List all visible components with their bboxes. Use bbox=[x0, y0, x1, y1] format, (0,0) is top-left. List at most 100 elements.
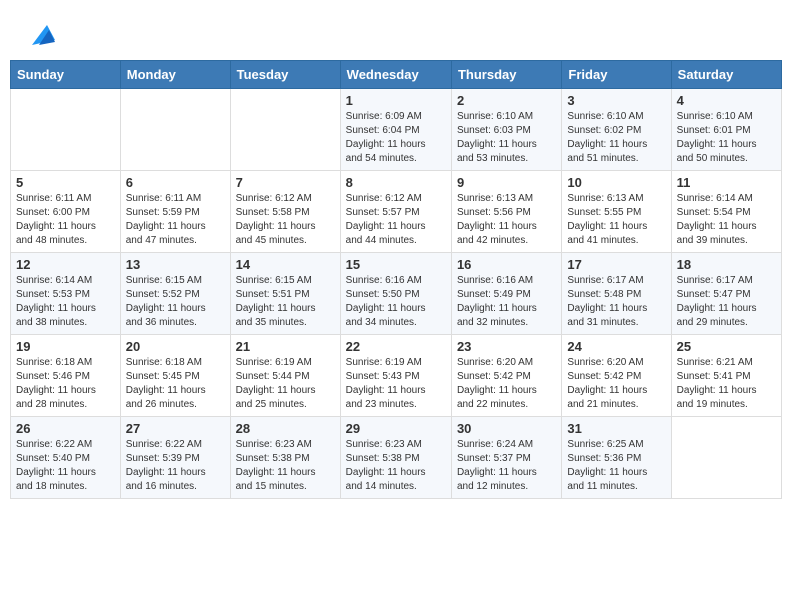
day-info: Sunrise: 6:23 AM Sunset: 5:38 PM Dayligh… bbox=[236, 438, 335, 494]
calendar-week-row: 19 Sunrise: 6:18 AM Sunset: 5:46 PM Dayli… bbox=[11, 335, 782, 417]
calendar-cell: 16 Sunrise: 6:16 AM Sunset: 5:49 PM Dayli… bbox=[451, 253, 561, 335]
day-info: Sunrise: 6:16 AM Sunset: 5:50 PM Dayligh… bbox=[346, 274, 446, 330]
day-number: 2 bbox=[457, 93, 556, 108]
calendar-cell: 17 Sunrise: 6:17 AM Sunset: 5:48 PM Dayli… bbox=[562, 253, 671, 335]
logo bbox=[25, 20, 57, 50]
day-info: Sunrise: 6:10 AM Sunset: 6:02 PM Dayligh… bbox=[567, 110, 665, 166]
day-info: Sunrise: 6:13 AM Sunset: 5:56 PM Dayligh… bbox=[457, 192, 556, 248]
calendar-cell: 12 Sunrise: 6:14 AM Sunset: 5:53 PM Dayli… bbox=[11, 253, 121, 335]
calendar-cell: 27 Sunrise: 6:22 AM Sunset: 5:39 PM Dayli… bbox=[120, 417, 230, 499]
weekday-header-tuesday: Tuesday bbox=[230, 61, 340, 89]
calendar-cell: 26 Sunrise: 6:22 AM Sunset: 5:40 PM Dayli… bbox=[11, 417, 121, 499]
weekday-header-sunday: Sunday bbox=[11, 61, 121, 89]
calendar-cell: 30 Sunrise: 6:24 AM Sunset: 5:37 PM Dayli… bbox=[451, 417, 561, 499]
calendar-cell: 15 Sunrise: 6:16 AM Sunset: 5:50 PM Dayli… bbox=[340, 253, 451, 335]
calendar-cell: 18 Sunrise: 6:17 AM Sunset: 5:47 PM Dayli… bbox=[671, 253, 781, 335]
day-number: 8 bbox=[346, 175, 446, 190]
day-number: 12 bbox=[16, 257, 115, 272]
day-number: 18 bbox=[677, 257, 776, 272]
day-info: Sunrise: 6:10 AM Sunset: 6:01 PM Dayligh… bbox=[677, 110, 776, 166]
day-info: Sunrise: 6:19 AM Sunset: 5:43 PM Dayligh… bbox=[346, 356, 446, 412]
calendar-cell: 24 Sunrise: 6:20 AM Sunset: 5:42 PM Dayli… bbox=[562, 335, 671, 417]
calendar-cell: 22 Sunrise: 6:19 AM Sunset: 5:43 PM Dayli… bbox=[340, 335, 451, 417]
calendar-cell: 9 Sunrise: 6:13 AM Sunset: 5:56 PM Daylig… bbox=[451, 171, 561, 253]
calendar-week-row: 1 Sunrise: 6:09 AM Sunset: 6:04 PM Daylig… bbox=[11, 89, 782, 171]
weekday-header-friday: Friday bbox=[562, 61, 671, 89]
calendar-cell: 8 Sunrise: 6:12 AM Sunset: 5:57 PM Daylig… bbox=[340, 171, 451, 253]
day-info: Sunrise: 6:18 AM Sunset: 5:45 PM Dayligh… bbox=[126, 356, 225, 412]
calendar-cell: 1 Sunrise: 6:09 AM Sunset: 6:04 PM Daylig… bbox=[340, 89, 451, 171]
day-info: Sunrise: 6:22 AM Sunset: 5:39 PM Dayligh… bbox=[126, 438, 225, 494]
day-info: Sunrise: 6:10 AM Sunset: 6:03 PM Dayligh… bbox=[457, 110, 556, 166]
day-number: 10 bbox=[567, 175, 665, 190]
weekday-header-thursday: Thursday bbox=[451, 61, 561, 89]
calendar-cell: 7 Sunrise: 6:12 AM Sunset: 5:58 PM Daylig… bbox=[230, 171, 340, 253]
day-info: Sunrise: 6:16 AM Sunset: 5:49 PM Dayligh… bbox=[457, 274, 556, 330]
day-number: 26 bbox=[16, 421, 115, 436]
calendar-cell: 25 Sunrise: 6:21 AM Sunset: 5:41 PM Dayli… bbox=[671, 335, 781, 417]
day-info: Sunrise: 6:20 AM Sunset: 5:42 PM Dayligh… bbox=[457, 356, 556, 412]
day-info: Sunrise: 6:14 AM Sunset: 5:53 PM Dayligh… bbox=[16, 274, 115, 330]
day-info: Sunrise: 6:17 AM Sunset: 5:47 PM Dayligh… bbox=[677, 274, 776, 330]
calendar-cell: 10 Sunrise: 6:13 AM Sunset: 5:55 PM Dayli… bbox=[562, 171, 671, 253]
calendar-cell: 31 Sunrise: 6:25 AM Sunset: 5:36 PM Dayli… bbox=[562, 417, 671, 499]
calendar-cell bbox=[230, 89, 340, 171]
calendar-cell: 20Sunrise: 6:18 AM Sunset: 5:45 PM Dayli… bbox=[120, 335, 230, 417]
day-number: 30 bbox=[457, 421, 556, 436]
weekday-header-saturday: Saturday bbox=[671, 61, 781, 89]
day-number: 9 bbox=[457, 175, 556, 190]
day-number: 14 bbox=[236, 257, 335, 272]
calendar-cell: 28 Sunrise: 6:23 AM Sunset: 5:38 PM Dayli… bbox=[230, 417, 340, 499]
logo-icon bbox=[27, 20, 57, 50]
day-info: Sunrise: 6:09 AM Sunset: 6:04 PM Dayligh… bbox=[346, 110, 446, 166]
day-info: Sunrise: 6:11 AM Sunset: 6:00 PM Dayligh… bbox=[16, 192, 115, 248]
day-info: Sunrise: 6:12 AM Sunset: 5:58 PM Dayligh… bbox=[236, 192, 335, 248]
calendar-week-row: 12 Sunrise: 6:14 AM Sunset: 5:53 PM Dayli… bbox=[11, 253, 782, 335]
day-info: Sunrise: 6:14 AM Sunset: 5:54 PM Dayligh… bbox=[677, 192, 776, 248]
calendar-cell: 11 Sunrise: 6:14 AM Sunset: 5:54 PM Dayli… bbox=[671, 171, 781, 253]
day-number: 6 bbox=[126, 175, 225, 190]
day-info: Sunrise: 6:20 AM Sunset: 5:42 PM Dayligh… bbox=[567, 356, 665, 412]
day-number: 25 bbox=[677, 339, 776, 354]
day-info: Sunrise: 6:13 AM Sunset: 5:55 PM Dayligh… bbox=[567, 192, 665, 248]
day-info: Sunrise: 6:24 AM Sunset: 5:37 PM Dayligh… bbox=[457, 438, 556, 494]
day-number: 22 bbox=[346, 339, 446, 354]
day-info: Sunrise: 6:18 AM Sunset: 5:46 PM Dayligh… bbox=[16, 356, 115, 412]
day-number: 7 bbox=[236, 175, 335, 190]
day-number: 31 bbox=[567, 421, 665, 436]
day-number: 24 bbox=[567, 339, 665, 354]
day-number: 19 bbox=[16, 339, 115, 354]
calendar-week-row: 5Sunrise: 6:11 AM Sunset: 6:00 PM Daylig… bbox=[11, 171, 782, 253]
calendar-cell: 13Sunrise: 6:15 AM Sunset: 5:52 PM Dayli… bbox=[120, 253, 230, 335]
calendar-table: SundayMondayTuesdayWednesdayThursdayFrid… bbox=[10, 60, 782, 499]
day-info: Sunrise: 6:23 AM Sunset: 5:38 PM Dayligh… bbox=[346, 438, 446, 494]
day-number: 15 bbox=[346, 257, 446, 272]
calendar-cell bbox=[120, 89, 230, 171]
day-info: Sunrise: 6:12 AM Sunset: 5:57 PM Dayligh… bbox=[346, 192, 446, 248]
day-number: 27 bbox=[126, 421, 225, 436]
day-number: 23 bbox=[457, 339, 556, 354]
calendar-cell: 2 Sunrise: 6:10 AM Sunset: 6:03 PM Daylig… bbox=[451, 89, 561, 171]
calendar-cell: 14 Sunrise: 6:15 AM Sunset: 5:51 PM Dayli… bbox=[230, 253, 340, 335]
calendar-cell: 5Sunrise: 6:11 AM Sunset: 6:00 PM Daylig… bbox=[11, 171, 121, 253]
day-info: Sunrise: 6:15 AM Sunset: 5:51 PM Dayligh… bbox=[236, 274, 335, 330]
calendar-cell: 4 Sunrise: 6:10 AM Sunset: 6:01 PM Daylig… bbox=[671, 89, 781, 171]
day-info: Sunrise: 6:19 AM Sunset: 5:44 PM Dayligh… bbox=[236, 356, 335, 412]
day-number: 11 bbox=[677, 175, 776, 190]
day-info: Sunrise: 6:17 AM Sunset: 5:48 PM Dayligh… bbox=[567, 274, 665, 330]
day-number: 1 bbox=[346, 93, 446, 108]
day-number: 21 bbox=[236, 339, 335, 354]
day-info: Sunrise: 6:21 AM Sunset: 5:41 PM Dayligh… bbox=[677, 356, 776, 412]
day-info: Sunrise: 6:25 AM Sunset: 5:36 PM Dayligh… bbox=[567, 438, 665, 494]
weekday-header-monday: Monday bbox=[120, 61, 230, 89]
calendar-cell: 3 Sunrise: 6:10 AM Sunset: 6:02 PM Daylig… bbox=[562, 89, 671, 171]
day-info: Sunrise: 6:11 AM Sunset: 5:59 PM Dayligh… bbox=[126, 192, 225, 248]
day-number: 3 bbox=[567, 93, 665, 108]
day-info: Sunrise: 6:22 AM Sunset: 5:40 PM Dayligh… bbox=[16, 438, 115, 494]
day-number: 16 bbox=[457, 257, 556, 272]
calendar-week-row: 26 Sunrise: 6:22 AM Sunset: 5:40 PM Dayli… bbox=[11, 417, 782, 499]
day-number: 13 bbox=[126, 257, 225, 272]
day-number: 17 bbox=[567, 257, 665, 272]
day-number: 4 bbox=[677, 93, 776, 108]
day-number: 28 bbox=[236, 421, 335, 436]
